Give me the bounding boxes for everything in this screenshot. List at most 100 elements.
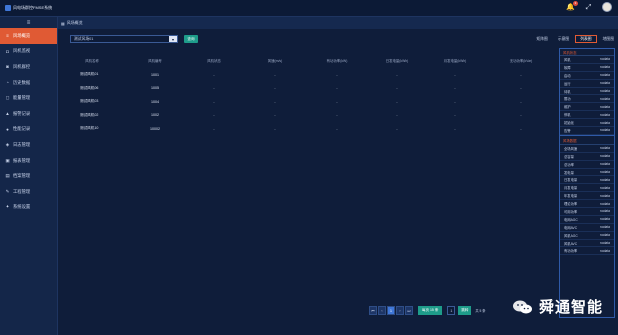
logo-icon <box>5 5 11 11</box>
sidebar-item[interactable]: ● 性能记录 <box>0 122 57 138</box>
status-item-value: nodata <box>599 209 610 214</box>
status-item-label: 总功率 <box>564 162 574 167</box>
table-row[interactable]: 测试风机06 1005 - - - - - - <box>58 84 558 93</box>
table-cell: - <box>454 113 456 117</box>
sidebar-item[interactable]: ≡ 风场概览 <box>0 28 57 44</box>
status-item-value: nodata <box>599 185 610 190</box>
status-item: 总功率 nodata <box>560 161 614 169</box>
table-cell: - <box>336 126 338 131</box>
page-number-button[interactable]: 1 <box>387 306 395 315</box>
status-item: 待机 nodata <box>560 88 614 96</box>
app-logo: 风电场群控FMSE系统 <box>0 5 58 11</box>
view-tab[interactable]: 列表图 <box>575 35 597 43</box>
status-item: 可用功率 nodata <box>560 208 614 216</box>
total-count: 共 5 条 <box>475 309 486 313</box>
sidebar-item[interactable]: ▤ 档案管理 <box>0 168 57 184</box>
status-item-label: 故障 <box>564 65 571 70</box>
chevron-down-icon[interactable]: ▾ <box>169 36 177 42</box>
status-item-label: 待机 <box>564 89 571 94</box>
sidebar-item[interactable]: ✎ 工程管理 <box>0 184 57 200</box>
column-header: 风机名称 <box>85 59 99 63</box>
status-item: 日发电量 nodata <box>560 176 614 185</box>
view-tab[interactable]: 地图图 <box>599 35 618 43</box>
sidebar-item-label: 性能记录 <box>13 126 31 132</box>
sidebar-item[interactable]: ◈ 日志管理 <box>0 137 57 153</box>
prev-page-button[interactable]: ‹ <box>378 306 386 315</box>
table-cell: - <box>274 113 276 117</box>
status-item-label: 风机AVC <box>564 241 578 246</box>
sidebar-item-label: 工程管理 <box>13 188 31 194</box>
sidebar-item[interactable]: ◻ 能量管理 <box>0 90 57 106</box>
breadcrumb: ▦ 风场概览 <box>58 17 618 29</box>
turbine-status-list: 风机 nodata 故障 nodata 启动 nodata 运行 nodata 待机 nodata… <box>560 56 614 135</box>
status-item-label: 风机AGC <box>564 233 578 238</box>
status-item-value: nodata <box>599 177 610 182</box>
table-cell: 10002 <box>150 126 160 131</box>
status-item-label: 电网AVC <box>564 225 578 230</box>
status-item: 运行 nodata <box>560 80 614 88</box>
status-item-value: nodata <box>599 162 610 167</box>
menu-icon: ≡ <box>6 33 9 39</box>
status-item: 初始化 nodata <box>560 119 614 128</box>
sidebar-item-label: 风机群控 <box>13 63 31 69</box>
status-item-label: 限功 <box>564 97 571 102</box>
pagination: ⏮ ‹ 1 › ⏭ 每页 15 条 1 跳转 共 5 条 <box>369 306 486 315</box>
windfarm-select[interactable]: 测试风场01 ▾ <box>70 35 178 43</box>
sidebar-item-label: 档案管理 <box>13 173 31 179</box>
table-cell: - <box>396 113 398 117</box>
table-cell: - <box>274 99 276 104</box>
watermark-text: 舜通智能 <box>539 298 604 316</box>
page-size-select[interactable]: 每页 15 条 <box>418 306 443 315</box>
table-row[interactable]: 测试风机03 1004 - - - - - - <box>58 97 558 106</box>
sidebar-item[interactable]: ✦ 系统设置 <box>0 200 57 216</box>
status-item: 告警 nodata <box>560 127 614 135</box>
sidebar-item-label: 系统设置 <box>13 204 31 210</box>
view-tab[interactable]: 矩阵图 <box>532 35 551 43</box>
page-jump-input[interactable]: 1 <box>447 306 456 315</box>
view-tab[interactable]: 示意图 <box>554 35 573 43</box>
page-go-button[interactable]: 跳转 <box>458 306 472 315</box>
column-header: 有功功率(kW) <box>326 59 348 63</box>
table-row[interactable]: 测试风机10 10002 - - - - - - <box>58 124 558 133</box>
last-page-button[interactable]: ⏭ <box>405 306 413 315</box>
status-item: 风机 nodata <box>560 56 614 64</box>
status-item-label: 风机 <box>564 57 571 62</box>
view-tabs: 矩阵图 示意图 列表图 地图图 <box>530 35 618 43</box>
status-item-value: nodata <box>599 89 610 93</box>
status-item-value: nodata <box>599 96 610 101</box>
table-cell: - <box>336 86 338 90</box>
status-item-label: 启动 <box>564 73 571 78</box>
sidebar-item-label: 报表管理 <box>13 157 31 163</box>
sidebar-item[interactable]: ◙ 风机群控 <box>0 59 57 75</box>
status-item: 电网AVC nodata <box>560 224 614 232</box>
notification-badge: 3 <box>573 0 578 6</box>
status-item: 理论功率 nodata <box>560 200 614 209</box>
menu-icon: ✎ <box>5 188 10 194</box>
query-button[interactable]: 查询 <box>184 35 198 43</box>
sidebar-menu: ≡ 风场概览 ◘ 风机监视 ◙ 风机群控 ◔ 历史数据 ◻ 能量管理 ▲ 报警记录 ● 性能记录 ◈ 日志管理… <box>0 28 57 215</box>
user-avatar[interactable] <box>602 2 612 12</box>
status-item-value: nodata <box>599 57 610 62</box>
status-item: 维护 nodata <box>560 103 614 112</box>
table-cell: - <box>520 72 522 77</box>
status-item-label: 理论功率 <box>564 202 578 207</box>
menu-toggle-icon[interactable]: ≡ <box>0 17 57 28</box>
sidebar-item[interactable]: ▣ 报表管理 <box>0 153 57 169</box>
bell-icon[interactable]: 🔔 3 <box>566 0 578 12</box>
sidebar-item[interactable]: ◔ 历史数据 <box>0 75 57 91</box>
sidebar-item[interactable]: ▲ 报警记录 <box>0 106 57 122</box>
fullscreen-icon[interactable]: ⤢ <box>584 3 593 12</box>
table-cell: - <box>274 126 276 131</box>
table-row[interactable]: 测试风机01 1001 - - - - - - <box>58 70 558 79</box>
table-row[interactable]: 测试风机02 1002 - - - - - - <box>58 111 558 120</box>
column-header: 风机状态 <box>207 59 221 63</box>
status-item-value: nodata <box>599 73 610 78</box>
status-item-value: nodata <box>599 154 610 159</box>
table-cell: - <box>520 126 522 131</box>
status-item-label: 月发电量 <box>564 186 578 191</box>
next-page-button[interactable]: › <box>396 306 404 315</box>
turbine-status-title: 风机状态 <box>560 49 614 56</box>
sidebar-item-label: 报警记录 <box>13 110 31 116</box>
first-page-button[interactable]: ⏮ <box>369 306 377 315</box>
sidebar-item[interactable]: ◘ 风机监视 <box>0 44 57 60</box>
